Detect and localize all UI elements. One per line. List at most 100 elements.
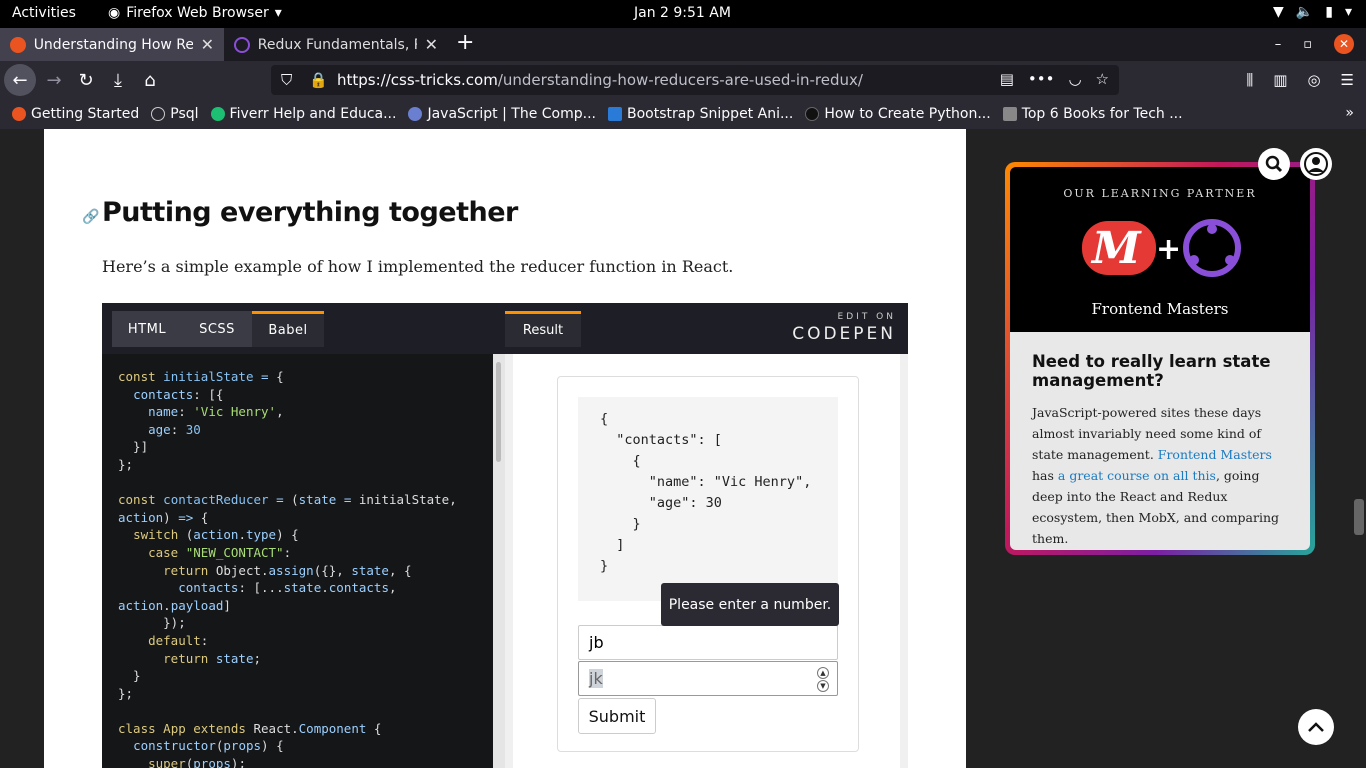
code-scrollbar[interactable] [493, 354, 505, 768]
state-json-output: { "contacts": [ { "name": "Vic Henry", "… [578, 397, 838, 601]
url-text[interactable]: https://css-tricks.com/understanding-how… [337, 71, 863, 89]
number-spinner[interactable]: ▲ ▼ [817, 667, 829, 692]
section-heading: Putting everything together [102, 197, 518, 228]
back-arrow-icon[interactable]: ← [4, 64, 36, 96]
more-actions-icon[interactable]: ••• [1028, 70, 1055, 88]
fiverr-icon [210, 107, 225, 121]
bookmark-getting-started[interactable]: Getting Started [12, 106, 139, 122]
tab-redux-fundamentals[interactable]: Redux Fundamentals, Pa ✕ [224, 28, 448, 61]
article: 🔗 Putting everything together Here’s a s… [44, 129, 966, 768]
bookmark-python[interactable]: How to Create Python... [805, 106, 991, 122]
bookmark-label: How to Create Python... [824, 106, 991, 122]
age-input-value: jk [589, 669, 603, 688]
window-close-icon[interactable]: ✕ [1334, 34, 1354, 54]
bookmark-label: Psql [170, 106, 199, 122]
course-link[interactable]: a great course on all this [1058, 468, 1216, 483]
code-editor[interactable]: const initialState = { contacts: [{ name… [102, 354, 493, 768]
battery-icon: ▮ [1325, 4, 1333, 20]
bookmark-javascript[interactable]: JavaScript | The Comp... [408, 106, 596, 122]
url-bar[interactable]: ⛉ 🔒 https://css-tricks.com/understanding… [271, 65, 1119, 95]
age-input[interactable]: jk ▲ ▼ [578, 661, 838, 696]
reader-view-icon[interactable]: ▤ [1000, 70, 1014, 88]
bookmark-label: Getting Started [31, 106, 140, 122]
bookmark-fiverr[interactable]: Fiverr Help and Educa... [210, 106, 396, 122]
window-controls: – ▫ ✕ [1275, 34, 1354, 54]
tab-title: Understanding How Red [33, 36, 193, 53]
site-icon [805, 107, 820, 121]
tab-html[interactable]: HTML [112, 311, 182, 347]
tracking-shield-icon[interactable]: ⛉ [281, 71, 299, 89]
chevron-double-right-icon[interactable]: » [1345, 105, 1354, 121]
bookmark-books[interactable]: Top 6 Books for Tech ... [1002, 106, 1183, 122]
wifi-icon: ▼ [1273, 4, 1284, 20]
firefox-icon: ◉ [108, 5, 121, 21]
bookmarks-bar: Getting Started Psql Fiverr Help and Edu… [0, 99, 1366, 129]
submit-button[interactable]: Submit [578, 698, 656, 734]
svg-text:M: M [1090, 223, 1142, 274]
url-bar-actions: ▤ ••• ◡ ☆ [1000, 70, 1109, 88]
maximize-icon[interactable]: ▫ [1303, 37, 1312, 52]
codepen-header: HTML SCSS Babel Result EDIT ON CODEPEN [102, 303, 908, 354]
tab-result[interactable]: Result [505, 311, 581, 347]
validation-tooltip: Please enter a number. [661, 583, 839, 626]
globe-icon [151, 107, 166, 121]
scroll-to-top-chevron-up-icon[interactable] [1298, 709, 1334, 745]
activities-button[interactable]: Activities [12, 5, 76, 21]
forward-arrow-icon[interactable]: → [38, 64, 70, 96]
edit-on-codepen-link[interactable]: EDIT ON CODEPEN [792, 312, 896, 344]
codepen-embed: HTML SCSS Babel Result EDIT ON CODEPEN c… [102, 303, 908, 768]
app-name: Firefox Web Browser [126, 5, 269, 21]
bookmark-bootstrap[interactable]: Bootstrap Snippet Ani... [607, 106, 793, 122]
ad-brand-name: Frontend Masters [1091, 300, 1229, 318]
contact-form-card: { "contacts": [ { "name": "Vic Henry", "… [557, 376, 859, 752]
edit-on-label: EDIT ON [837, 312, 896, 322]
tab-bar: Understanding How Red ✕ Redux Fundamenta… [0, 28, 1366, 61]
ad-body: JavaScript-powered sites these days almo… [1032, 402, 1288, 549]
frontend-masters-logo-icon: M + [1082, 219, 1241, 277]
pocket-icon[interactable]: ◡ [1068, 70, 1081, 88]
navigation-toolbar: ← → ↻ ⤓ ⌂ ⛉ 🔒 https://css-tricks.com/und… [0, 61, 1366, 99]
search-icon[interactable] [1258, 148, 1290, 180]
css-tricks-favicon-icon [10, 36, 26, 53]
bookmark-psql[interactable]: Psql [151, 106, 199, 122]
scrollbar-thumb[interactable] [496, 362, 501, 462]
rocket-icon [1002, 107, 1017, 121]
tab-babel[interactable]: Babel [252, 311, 324, 347]
hamburger-menu-icon[interactable]: ☰ [1341, 71, 1354, 89]
redux-favicon-icon [234, 36, 250, 53]
page-viewport: 🔗 Putting everything together Here’s a s… [0, 129, 1366, 768]
system-tray[interactable]: ▼ 🔈 ▮ ▾ [1273, 4, 1352, 20]
link-icon[interactable]: 🔗 [82, 209, 99, 225]
site-icon [408, 107, 423, 121]
codepen-logo: CODEPEN [792, 324, 896, 344]
minimize-icon[interactable]: – [1275, 37, 1282, 52]
library-icon[interactable]: ⫼ [1246, 71, 1253, 89]
toolbar-right: ⫼ ▥ ◎ ☰ [1246, 71, 1354, 89]
user-account-icon[interactable] [1300, 148, 1332, 180]
account-icon[interactable]: ◎ [1307, 71, 1320, 89]
home-icon[interactable]: ⌂ [134, 64, 166, 96]
tab-title: Redux Fundamentals, Pa [257, 36, 417, 53]
url-host: https://css-tricks.com [337, 71, 498, 89]
reload-icon[interactable]: ↻ [70, 64, 102, 96]
close-icon[interactable]: ✕ [425, 35, 438, 54]
ad-copy: Need to really learn state management? J… [1010, 332, 1310, 550]
chevron-down-icon[interactable]: ▼ [817, 680, 829, 692]
ad-partner-label: OUR LEARNING PARTNER [1063, 187, 1257, 200]
app-menu[interactable]: ◉ Firefox Web Browser ▾ [108, 5, 282, 21]
close-icon[interactable]: ✕ [201, 35, 214, 54]
learning-partner-ad[interactable]: OUR LEARNING PARTNER M + Frontend Master… [1005, 162, 1315, 555]
page-scrollbar-thumb[interactable] [1354, 499, 1364, 535]
volume-icon: 🔈 [1295, 4, 1314, 20]
tab-understanding-reducers[interactable]: Understanding How Red ✕ [0, 28, 224, 61]
clock[interactable]: Jan 2 9:51 AM [634, 5, 731, 21]
bookmark-star-icon[interactable]: ☆ [1096, 70, 1109, 88]
new-tab-plus-icon[interactable]: + [456, 30, 474, 55]
frontend-masters-link[interactable]: Frontend Masters [1158, 447, 1272, 462]
name-input[interactable]: jb [578, 625, 838, 660]
bootstrap-icon [607, 107, 622, 121]
tab-scss[interactable]: SCSS [182, 311, 252, 347]
sidebar-icon[interactable]: ▥ [1273, 71, 1287, 89]
download-icon[interactable]: ⤓ [102, 64, 134, 96]
lock-icon[interactable]: 🔒 [309, 71, 328, 89]
